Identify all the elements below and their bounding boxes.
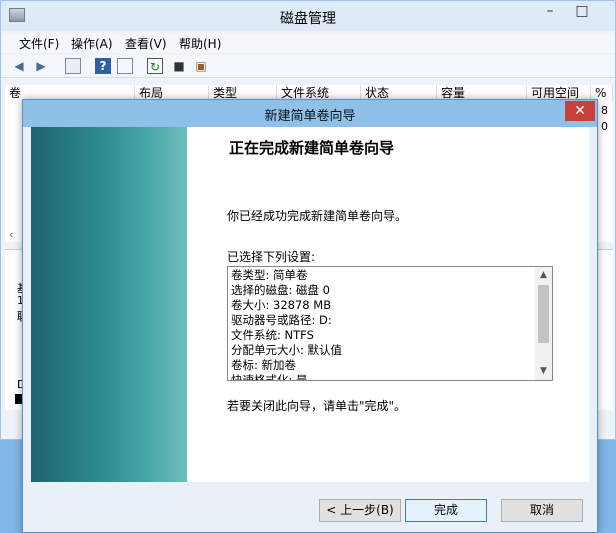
close-instruction: 若要关闭此向导，请单击"完成"。 (227, 399, 407, 413)
properties-icon[interactable] (65, 58, 81, 74)
menu-view[interactable]: 查看(V) (125, 35, 167, 52)
setting-line: 卷大小: 32878 MB (231, 298, 332, 312)
completion-message: 你已经成功完成新建简单卷向导。 (227, 209, 408, 223)
back-icon[interactable]: ◀ (11, 58, 27, 74)
menu-bar: 文件(F) 操作(A) 查看(V) 帮助(H) (1, 33, 615, 53)
setting-line: 快速格式化: 是 (231, 373, 308, 381)
wizard-body: 正在完成新建简单卷向导 你已经成功完成新建简单卷向导。 已选择下列设置: 卷类型… (31, 127, 589, 482)
wizard-side-banner (31, 127, 187, 482)
close-button[interactable]: ✕ (565, 101, 595, 121)
setting-line: 卷类型: 简单卷 (231, 268, 308, 282)
setting-line: 文件系统: NTFS (231, 328, 314, 342)
list-view-icon[interactable] (117, 58, 133, 74)
menu-action[interactable]: 操作(A) (71, 35, 113, 52)
help-icon[interactable]: ? (95, 58, 111, 74)
settings-label: 已选择下列设置: (227, 250, 316, 264)
percent-cell: 0 (601, 120, 608, 133)
setting-line: 卷标: 新加卷 (231, 358, 297, 372)
scroll-down-arrow-icon[interactable]: ▼ (535, 363, 552, 380)
toolbar: ◀ ▶ ? ↻ ■ ▣ (1, 55, 615, 78)
minimize-button[interactable]: – (535, 1, 565, 23)
wizard-title-bar: 新建简单卷向导 ✕ (23, 100, 597, 127)
wizard-heading: 正在完成新建简单卷向导 (229, 139, 395, 157)
maximize-button[interactable]: □ (567, 1, 597, 23)
disk-icon[interactable]: ▣ (193, 58, 209, 74)
scroll-left-arrow[interactable]: ‹ (9, 228, 13, 241)
forward-icon[interactable]: ▶ (33, 58, 49, 74)
refresh-icon[interactable]: ↻ (147, 58, 163, 74)
back-button[interactable]: < 上一步(B) (319, 499, 401, 522)
title-bar: 磁盘管理 – □ (1, 1, 615, 31)
settings-scrollbar[interactable]: ▲ ▼ (535, 267, 552, 380)
cancel-button[interactable]: 取消 (501, 499, 583, 522)
window-title: 磁盘管理 (280, 11, 336, 27)
finish-button[interactable]: 完成 (405, 499, 487, 522)
scroll-thumb[interactable] (538, 285, 549, 343)
menu-file[interactable]: 文件(F) (19, 35, 59, 52)
scroll-up-arrow-icon[interactable]: ▲ (535, 267, 552, 284)
setting-line: 驱动器号或路径: D: (231, 313, 332, 327)
new-simple-volume-wizard: 新建简单卷向导 ✕ 正在完成新建简单卷向导 你已经成功完成新建简单卷向导。 已选… (22, 99, 598, 533)
percent-cell: 8 (601, 104, 608, 117)
setting-line: 选择的磁盘: 磁盘 0 (231, 283, 331, 297)
settings-summary-box[interactable]: 卷类型: 简单卷 选择的磁盘: 磁盘 0 卷大小: 32878 MB 驱动器号或… (227, 266, 553, 381)
setting-line: 分配单元大小: 默认值 (231, 343, 343, 357)
rescan-icon[interactable]: ■ (171, 58, 187, 74)
wizard-title: 新建简单卷向导 (264, 109, 356, 124)
menu-help[interactable]: 帮助(H) (179, 35, 221, 52)
